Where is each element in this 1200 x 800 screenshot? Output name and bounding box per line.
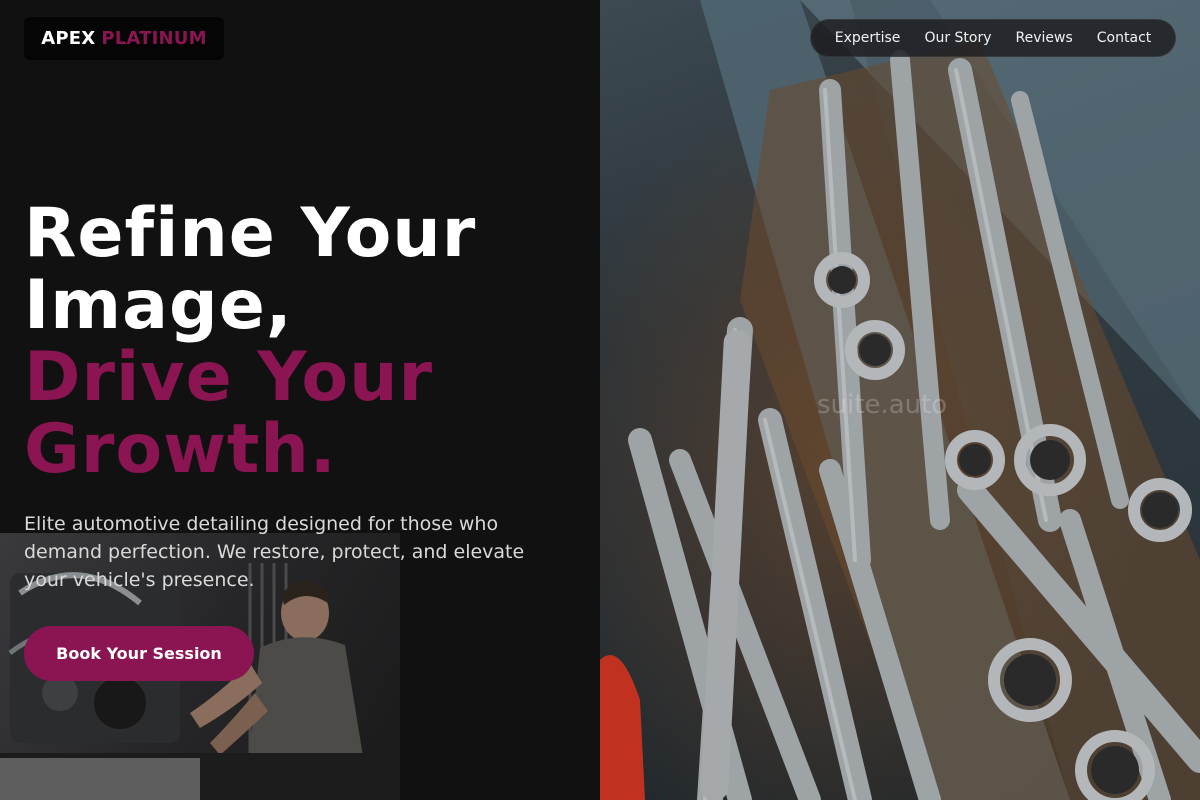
main-nav: Expertise Our Story Reviews Contact	[810, 19, 1176, 57]
hero-heading-line-1: Refine Your	[24, 194, 477, 273]
nav-link-contact[interactable]: Contact	[1097, 30, 1151, 46]
watermark-text: suite.auto	[817, 390, 948, 420]
hero-heading-line-2: Image,	[24, 266, 293, 345]
nav-link-expertise[interactable]: Expertise	[835, 30, 901, 46]
hero-heading-line-4: Growth.	[24, 410, 337, 489]
landing-page: APEX PLATINUM Expertise Our Story Review…	[0, 0, 1200, 800]
logo-primary-text: APEX	[41, 28, 96, 49]
book-session-button[interactable]: Book Your Session	[24, 626, 254, 681]
nav-link-reviews[interactable]: Reviews	[1016, 30, 1073, 46]
hero-subtitle: Elite automotive detailing designed for …	[24, 513, 525, 591]
logo-secondary-text: PLATINUM	[101, 28, 207, 49]
brand-logo[interactable]: APEX PLATINUM	[24, 17, 224, 60]
hero-heading: Refine Your Image, Drive Your Growth.	[24, 198, 584, 486]
nav-link-our-story[interactable]: Our Story	[924, 30, 991, 46]
hero-heading-line-3: Drive Your	[24, 338, 434, 417]
